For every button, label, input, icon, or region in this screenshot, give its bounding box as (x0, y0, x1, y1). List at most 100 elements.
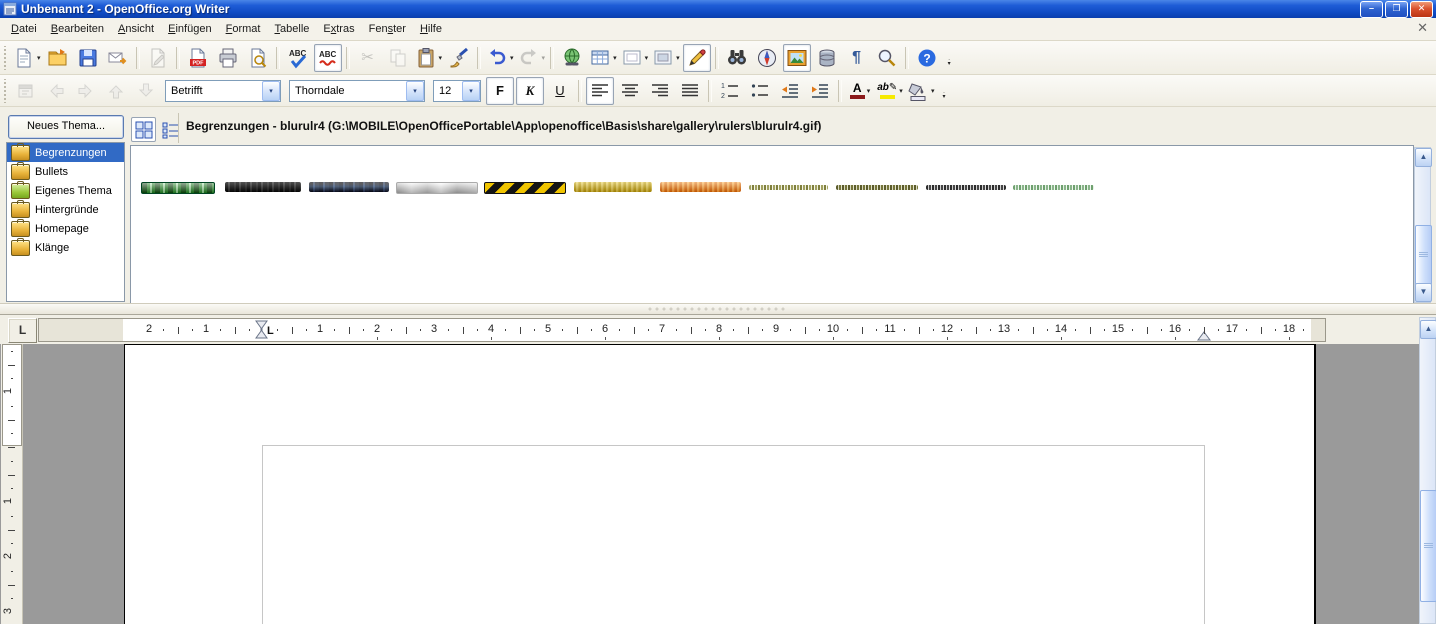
page-preview-button[interactable] (244, 44, 272, 72)
close-button[interactable]: ✕ (1410, 1, 1433, 18)
paragraph-style-combo[interactable]: Betrifft▾ (165, 80, 281, 102)
open-button[interactable] (44, 44, 72, 72)
toolbar-grip[interactable] (2, 79, 9, 103)
bold-button[interactable]: F (486, 77, 514, 105)
scrollbar-thumb[interactable] (1415, 225, 1432, 285)
gallery-theme-eigenesthema[interactable]: Eigenes Thema (7, 181, 124, 200)
scrollbar-thumb[interactable] (1420, 490, 1436, 602)
dropdown-arrow-icon[interactable]: ▾ (931, 87, 935, 95)
font-size-combo[interactable]: 12▾ (433, 80, 481, 102)
bullet-list-button[interactable] (746, 77, 774, 105)
icon-view-button[interactable] (131, 117, 156, 142)
menu-hilfe[interactable]: Hilfe (413, 20, 449, 38)
align-right-button[interactable] (646, 77, 674, 105)
paste-button[interactable]: ▾ (414, 44, 444, 72)
gallery-button[interactable] (783, 44, 811, 72)
formatting-marks-button[interactable]: ¶ (843, 44, 871, 72)
dropdown-arrow-icon[interactable]: ▾ (439, 54, 443, 62)
restore-button[interactable]: ❐ (1385, 1, 1408, 18)
email-document-button[interactable] (104, 44, 132, 72)
font-color-button[interactable]: A▾ (846, 77, 874, 105)
gallery-item-yellow-ruler[interactable] (574, 182, 652, 192)
insert-frame-button[interactable]: ▾ (620, 44, 650, 72)
dropdown-arrow-icon[interactable]: ▾ (645, 54, 649, 62)
gallery-item-green-dotted-ruler[interactable] (1013, 185, 1094, 190)
save-button[interactable] (74, 44, 102, 72)
navigator-button[interactable] (753, 44, 781, 72)
gallery-item-yellow-black-hazard-ruler[interactable] (484, 182, 566, 194)
gallery-item-blue-black-ruler[interactable] (309, 182, 389, 192)
scroll-up-icon[interactable]: ▲ (1420, 320, 1436, 339)
gallery-theme-homepage[interactable]: Homepage (7, 219, 124, 238)
decrease-indent-button[interactable] (776, 77, 804, 105)
menu-format[interactable]: Format (219, 20, 268, 38)
gallery-resize-splitter[interactable] (0, 303, 1436, 315)
gallery-item-black-dotted-ruler[interactable] (926, 185, 1006, 190)
tab-stop-selector[interactable]: L (8, 318, 37, 343)
format-paintbrush-button[interactable] (445, 44, 473, 72)
undo-button[interactable]: ▾ (485, 44, 515, 72)
document-scrollbar[interactable]: ▲ (1419, 317, 1436, 624)
gallery-item-gray-gradient-ruler[interactable] (396, 182, 478, 194)
dropdown-arrow-icon[interactable]: ▾ (37, 54, 41, 62)
gallery-theme-klnge[interactable]: Klänge (7, 238, 124, 257)
find-replace-button[interactable] (723, 44, 751, 72)
draw-functions-button[interactable] (683, 44, 711, 72)
font-size-combo-value[interactable]: 12 (434, 85, 462, 97)
toolbar-grip[interactable] (2, 46, 9, 70)
zoom-button[interactable] (873, 44, 901, 72)
gallery-item-dark-olive-dotted-ruler[interactable] (836, 185, 918, 190)
dropdown-arrow-icon[interactable]: ▾ (613, 54, 617, 62)
dropdown-arrow-icon[interactable]: ▾ (676, 54, 680, 62)
insert-table-button[interactable]: ▾ (588, 44, 618, 72)
paragraph-style-combo-value[interactable]: Betrifft (166, 85, 262, 97)
justify-button[interactable] (676, 77, 704, 105)
spellcheck-button[interactable]: ABC (284, 44, 312, 72)
new-theme-button[interactable]: Neues Thema... (8, 115, 124, 139)
print-button[interactable] (214, 44, 242, 72)
scroll-down-icon[interactable]: ▼ (1415, 283, 1432, 302)
export-pdf-button[interactable]: PDF (184, 44, 212, 72)
increase-indent-button[interactable] (806, 77, 834, 105)
dropdown-arrow-icon[interactable]: ▾ (867, 87, 871, 95)
gallery-item-orange-ruler[interactable] (660, 182, 741, 192)
gallery-theme-hintergrnde[interactable]: Hintergründe (7, 200, 124, 219)
menu-fenster[interactable]: Fenster (362, 20, 413, 38)
gallery-theme-bullets[interactable]: Bullets (7, 162, 124, 181)
help-button[interactable]: ? (913, 44, 941, 72)
insert-section-button[interactable]: ▾ (651, 44, 681, 72)
gallery-scrollbar[interactable]: ▲ ▼ (1414, 147, 1431, 303)
close-document-icon[interactable]: ✕ (1417, 21, 1428, 35)
menu-extras[interactable]: Extras (316, 20, 361, 38)
auto-spellcheck-button[interactable]: ABC (314, 44, 342, 72)
gallery-item-olive-dotted-ruler[interactable] (749, 185, 828, 190)
menu-ansicht[interactable]: Ansicht (111, 20, 161, 38)
minimize-button[interactable]: – (1360, 1, 1383, 18)
font-name-combo[interactable]: Thorndale▾ (289, 80, 425, 102)
scroll-up-icon[interactable]: ▲ (1415, 148, 1432, 167)
hyperlink-button[interactable] (558, 44, 586, 72)
toolbar-options-button[interactable]: ·▾ (943, 91, 946, 99)
highlighting-button[interactable]: ab✎▾ (876, 77, 904, 105)
dropdown-arrow-icon[interactable]: ▾ (510, 54, 514, 62)
gallery-theme-begrenzungen[interactable]: Begrenzungen (7, 143, 124, 162)
background-color-button[interactable]: ▾ (906, 77, 936, 105)
list-view-button[interactable] (158, 117, 183, 142)
numbered-list-button[interactable]: 12 (716, 77, 744, 105)
dropdown-arrow-icon[interactable]: ▾ (899, 87, 903, 95)
menu-datei[interactable]: Datei (4, 20, 44, 38)
italic-button[interactable]: K (516, 77, 544, 105)
gallery-item-green-ruler[interactable] (141, 182, 215, 194)
menu-tabelle[interactable]: Tabelle (267, 20, 316, 38)
menu-bearbeiten[interactable]: Bearbeiten (44, 20, 111, 38)
underline-button[interactable]: U (546, 77, 574, 105)
combo-dropdown-icon[interactable]: ▾ (406, 81, 424, 101)
combo-dropdown-icon[interactable]: ▾ (262, 81, 280, 101)
combo-dropdown-icon[interactable]: ▾ (462, 81, 480, 101)
font-name-combo-value[interactable]: Thorndale (290, 85, 406, 97)
document-page[interactable] (124, 344, 1316, 624)
align-center-button[interactable] (616, 77, 644, 105)
data-sources-button[interactable] (813, 44, 841, 72)
new-document-button[interactable]: ▾ (12, 44, 42, 72)
toolbar-options-button[interactable]: ·▾ (948, 58, 951, 66)
